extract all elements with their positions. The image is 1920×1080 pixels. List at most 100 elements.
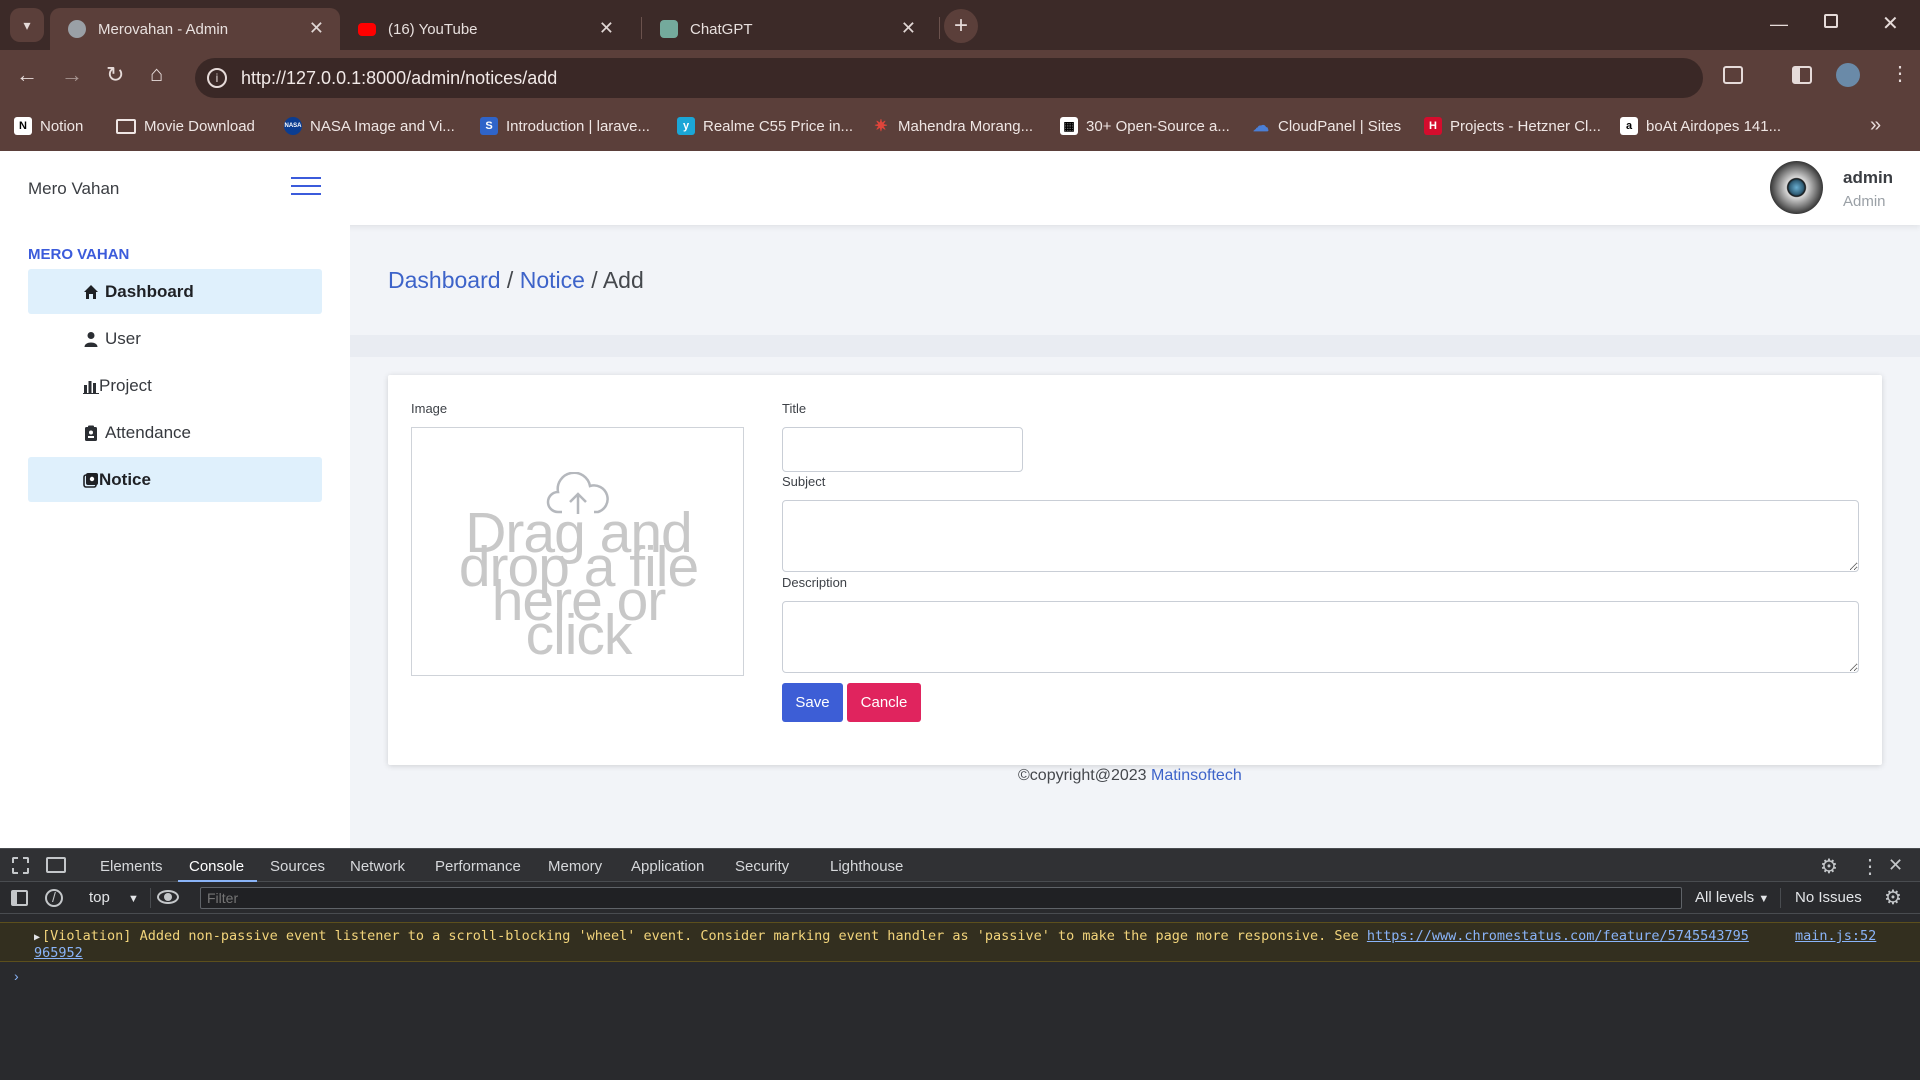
user-name[interactable]: admin: [1843, 168, 1893, 188]
browser-tab-youtube[interactable]: (16) YouTube ✕: [340, 8, 630, 50]
breadcrumb-notice-link[interactable]: Notice: [520, 267, 585, 293]
devtools-tab-console[interactable]: Console: [189, 858, 244, 875]
devtools-settings-icon[interactable]: ⚙: [1820, 854, 1838, 879]
chromestatus-link[interactable]: https://www.chromestatus.com/feature/574…: [1367, 928, 1749, 944]
context-divider: [150, 888, 151, 908]
devtools-tab-lighthouse[interactable]: Lighthouse: [830, 858, 903, 875]
h-icon: H: [1424, 117, 1442, 135]
chevron-down-icon: ▼: [1758, 893, 1770, 905]
restore-icon[interactable]: [1824, 14, 1838, 28]
sidebar-toggle-icon[interactable]: [11, 890, 28, 906]
breadcrumb-dashboard-link[interactable]: Dashboard: [388, 267, 501, 293]
clear-console-icon[interactable]: /: [45, 889, 63, 907]
chromestatus-link-continued[interactable]: 965952: [34, 945, 83, 961]
close-tab-icon[interactable]: ✕: [309, 18, 324, 39]
browser-tab-strip: ▾ Merovahan - Admin ✕ (16) YouTube ✕ Cha…: [0, 0, 1920, 50]
issues-counter[interactable]: No Issues: [1795, 889, 1862, 906]
breadcrumb-current: Add: [602, 267, 644, 293]
notion-icon: N: [14, 117, 32, 135]
close-window-icon[interactable]: ✕: [1882, 13, 1899, 35]
context-selector[interactable]: top ▼: [89, 889, 139, 906]
close-tab-icon[interactable]: ✕: [901, 18, 916, 39]
profile-avatar-icon[interactable]: [1836, 63, 1860, 87]
browser-menu-icon[interactable]: ⋮: [1890, 63, 1910, 85]
console-filter-bar: / top ▼ All levels ▼ No Issues ⚙: [0, 882, 1920, 914]
description-textarea[interactable]: [782, 601, 1859, 673]
bookmark-movie-download[interactable]: Movie Download: [116, 116, 255, 136]
title-input[interactable]: [782, 427, 1023, 472]
devtools-tab-bar: Elements Console Sources Network Perform…: [0, 848, 1920, 882]
console-filter-input[interactable]: [200, 887, 1682, 909]
notice-form-card: Image Drag and drop a file here or click…: [388, 375, 1882, 765]
footer: ©copyright@2023 Matinsoftech: [1018, 767, 1242, 785]
tab-search-dropdown-icon[interactable]: ▾: [10, 8, 44, 42]
devtools-close-icon[interactable]: ✕: [1888, 855, 1903, 876]
devtools-tab-performance[interactable]: Performance: [435, 858, 521, 875]
bookmark-realme[interactable]: y Realme C55 Price in...: [677, 116, 853, 136]
hamburger-menu-icon[interactable]: [291, 177, 321, 197]
home-icon[interactable]: ⌂: [150, 63, 163, 85]
reload-icon[interactable]: ↻: [106, 64, 124, 86]
bookmark-mahendra[interactable]: ✷ Mahendra Morang...: [872, 116, 1033, 136]
description-label: Description: [782, 575, 848, 590]
more-bookmarks-icon[interactable]: »: [1870, 114, 1881, 136]
brand-name[interactable]: Mero Vahan: [28, 179, 119, 199]
log-levels-dropdown[interactable]: All levels ▼: [1695, 889, 1769, 906]
devtools-tab-elements[interactable]: Elements: [100, 858, 163, 875]
qr-icon: ▦: [1060, 117, 1078, 135]
top-navbar: Mero Vahan admin Admin: [0, 151, 1920, 225]
title-label: Title: [782, 401, 807, 416]
content-divider: [350, 335, 1920, 357]
back-icon[interactable]: ←: [16, 64, 38, 86]
devtools-tab-sources[interactable]: Sources: [270, 858, 325, 875]
tab-divider: [939, 17, 940, 39]
subject-textarea[interactable]: [782, 500, 1859, 572]
devtools-tab-application[interactable]: Application: [631, 858, 704, 875]
browser-tab-chatgpt[interactable]: ChatGPT ✕: [642, 8, 932, 50]
image-dropzone[interactable]: Drag and drop a file here or click: [411, 427, 744, 676]
source-location-link[interactable]: main.js:52: [1795, 928, 1876, 944]
new-tab-icon[interactable]: +: [944, 9, 978, 43]
url-text[interactable]: http://127.0.0.1:8000/admin/notices/add: [241, 68, 557, 89]
close-tab-icon[interactable]: ✕: [599, 18, 614, 39]
sidebar-item-project[interactable]: Project: [28, 363, 322, 408]
bookmark-nasa[interactable]: NASA NASA Image and Vi...: [284, 116, 455, 136]
console-settings-icon[interactable]: ⚙: [1884, 885, 1902, 910]
sidebar-item-notice[interactable]: Notice: [28, 457, 322, 502]
site-info-icon[interactable]: i: [207, 68, 227, 88]
youtube-icon: [358, 22, 376, 36]
sidebar: MERO VAHAN Dashboard User Project Attend…: [0, 225, 350, 848]
browser-tab-merovahan[interactable]: Merovahan - Admin ✕: [50, 8, 340, 50]
devtools-tab-security[interactable]: Security: [735, 858, 789, 875]
extensions-icon[interactable]: [1723, 66, 1743, 84]
minimize-icon[interactable]: —: [1770, 13, 1788, 35]
forward-icon[interactable]: →: [61, 64, 83, 86]
chart-icon: [83, 380, 99, 394]
save-button[interactable]: Save: [782, 683, 843, 722]
side-panel-icon[interactable]: [1792, 66, 1812, 84]
cancel-button[interactable]: Cancle: [847, 683, 921, 722]
nasa-icon: NASA: [284, 117, 302, 135]
notice-icon: [83, 472, 98, 488]
bookmark-cloudpanel[interactable]: ☁ CloudPanel | Sites: [1252, 116, 1401, 136]
avatar[interactable]: [1770, 161, 1823, 214]
live-expression-eye-icon[interactable]: [157, 890, 179, 904]
devtools-tab-memory[interactable]: Memory: [548, 858, 602, 875]
console-prompt-icon[interactable]: ›: [14, 968, 19, 984]
expand-triangle-icon[interactable]: ▶: [34, 932, 40, 943]
bookmark-hetzner[interactable]: H Projects - Hetzner Cl...: [1424, 116, 1601, 136]
devtools-more-icon[interactable]: ⋮: [1860, 854, 1880, 879]
s-icon: S: [480, 117, 498, 135]
bookmark-boat[interactable]: a boAt Airdopes 141...: [1620, 116, 1781, 136]
footer-company-link[interactable]: Matinsoftech: [1151, 767, 1242, 784]
devtools-tab-network[interactable]: Network: [350, 858, 405, 875]
bookmark-open-source[interactable]: ▦ 30+ Open-Source a...: [1060, 116, 1230, 136]
sidebar-item-dashboard[interactable]: Dashboard: [28, 269, 322, 314]
bookmark-notion[interactable]: N Notion: [14, 116, 83, 136]
bookmark-laravel[interactable]: S Introduction | larave...: [480, 116, 650, 136]
sidebar-item-attendance[interactable]: Attendance: [28, 410, 322, 455]
inspect-element-icon[interactable]: [12, 857, 29, 874]
address-bar[interactable]: i http://127.0.0.1:8000/admin/notices/ad…: [195, 58, 1703, 98]
device-toolbar-icon[interactable]: [46, 857, 66, 873]
sidebar-item-user[interactable]: User: [28, 316, 322, 361]
